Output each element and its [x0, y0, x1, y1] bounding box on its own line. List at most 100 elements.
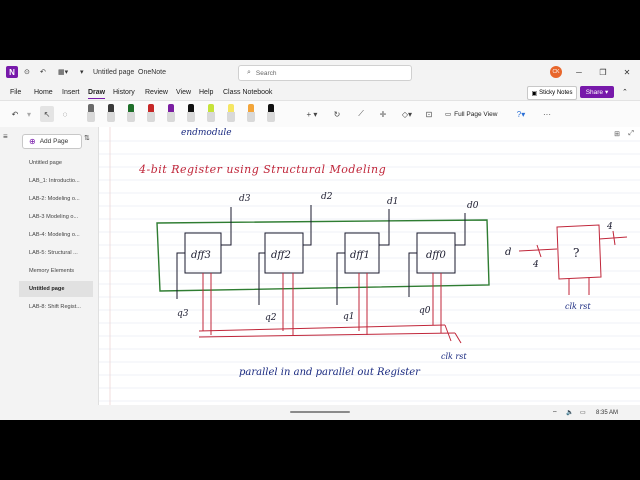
undo-icon[interactable]: ↶	[8, 106, 22, 122]
status-bar: ⌔ 🔈 ▭ 8:35 AM	[0, 405, 640, 420]
pen-4-icon[interactable]	[146, 104, 156, 124]
menu-draw[interactable]: Draw	[88, 86, 106, 99]
menu-history[interactable]: History	[113, 86, 135, 98]
share-button[interactable]: Share ▾	[580, 86, 614, 98]
menu-help[interactable]: Help	[199, 86, 213, 98]
ink-drawing: endmodule 4-bit Register using Structura…	[99, 127, 640, 405]
pen-body	[267, 112, 275, 122]
wifi-icon[interactable]: ⌔	[552, 405, 558, 420]
pen-body	[247, 112, 255, 122]
menu-bar: File Home Insert Draw History Review Vie…	[0, 84, 640, 100]
back-icon[interactable]: ⊙	[24, 60, 30, 84]
onenote-logo-icon: N	[6, 66, 18, 78]
pen-tip	[228, 104, 234, 112]
add-pen-icon[interactable]: + ▾	[302, 106, 322, 122]
search-icon: ⌕	[247, 69, 251, 76]
pen-3-icon[interactable]	[126, 104, 136, 124]
minimize-button[interactable]: ─	[568, 60, 590, 84]
volume-icon[interactable]: 🔈	[566, 405, 573, 420]
pen-8-icon[interactable]	[226, 104, 236, 124]
page-item[interactable]: LAB-8: Shift Regist...	[19, 299, 93, 315]
menu-view[interactable]: View	[176, 86, 191, 98]
svg-text:dff0: dff0	[426, 250, 446, 261]
battery-icon[interactable]: ▭	[580, 405, 586, 420]
page-item[interactable]: Memory Elements	[19, 263, 93, 279]
sticky-notes-button[interactable]: ▣ Sticky Notes	[527, 86, 577, 100]
output-q2: q2	[265, 313, 277, 323]
search-placeholder: Search	[255, 69, 277, 77]
ink-to-shape-icon[interactable]: ↻	[330, 106, 344, 122]
clk-rst-label: clk rst	[441, 352, 467, 361]
horizontal-scrollbar[interactable]	[290, 411, 350, 413]
menu-insert[interactable]: Insert	[62, 86, 80, 98]
page-item[interactable]: Untitled page	[19, 281, 93, 297]
menu-review[interactable]: Review	[145, 86, 168, 98]
quick-access-dropdown-icon[interactable]: ▾	[80, 60, 84, 84]
sticky-notes-label: Sticky Notes	[539, 90, 573, 96]
output-q3: q3	[177, 309, 189, 319]
pen-tip	[248, 104, 254, 112]
chevron-down-icon: ▾	[605, 89, 609, 96]
lasso-select-icon[interactable]: ◌	[58, 106, 72, 122]
pen-1-icon[interactable]	[86, 104, 96, 124]
ink-to-text-icon[interactable]: ⊡	[422, 106, 436, 122]
expand-icon[interactable]: ⊞	[614, 130, 620, 138]
pen-body	[187, 112, 195, 122]
pages-pane: ⊕ Add Page ⇅ Untitled page LAB_1: Introdu…	[14, 127, 99, 405]
navigation-strip: ≡	[0, 127, 14, 405]
pen-5-icon[interactable]	[166, 104, 176, 124]
pen-body	[87, 112, 95, 122]
pen-tip	[108, 104, 114, 112]
menu-class-notebook[interactable]: Class Notebook	[223, 86, 272, 98]
page-item[interactable]: LAB-5: Structural ...	[19, 245, 93, 261]
ribbon-collapse-icon[interactable]: ⌃	[622, 86, 628, 98]
code-fragment: endmodule	[181, 128, 232, 138]
undo-dropdown-icon[interactable]: ▾	[24, 106, 34, 122]
title-separator: ·	[132, 68, 135, 76]
page-item[interactable]: LAB-4: Modeling o...	[19, 227, 93, 243]
svg-text:clk rst: clk rst	[565, 302, 591, 311]
input-d0: d0	[467, 201, 479, 211]
insert-space-icon[interactable]: ✛	[376, 106, 390, 122]
search-input[interactable]: ⌕ Search	[238, 65, 412, 81]
fullscreen-icon[interactable]: ⤢	[628, 130, 634, 138]
sort-icon[interactable]: ⇅	[84, 134, 90, 142]
note-canvas[interactable]: ⊞ ⤢ endmodule 4-bit Register using Struc…	[99, 127, 640, 405]
ruler-icon[interactable]: ⟋	[354, 106, 368, 122]
menu-file[interactable]: File	[10, 86, 21, 98]
pen-10-icon[interactable]	[266, 104, 276, 124]
pen-body	[167, 112, 175, 122]
close-button[interactable]: ✕	[616, 60, 638, 84]
flipflop-dff2: dff2	[264, 232, 304, 274]
output-q0: q0	[419, 306, 431, 316]
hamburger-menu-icon[interactable]: ≡	[3, 132, 8, 141]
pen-2-icon[interactable]	[106, 104, 116, 124]
svg-text:d: d	[505, 247, 511, 258]
svg-text:4: 4	[532, 260, 539, 270]
pen-tip	[88, 104, 94, 112]
pen-tip	[128, 104, 134, 112]
page-item[interactable]: LAB-2: Modeling o...	[19, 191, 93, 207]
onenote-window: N ⊙ ↶ ▦▾ ▾ Untitled page · OneNote ⌕ Sea…	[0, 60, 640, 420]
sticky-notes-icon: ▣	[531, 90, 538, 97]
undo-icon[interactable]: ↶	[40, 60, 46, 84]
more-options-icon[interactable]: ···	[540, 106, 554, 122]
pen-tip	[168, 104, 174, 112]
menu-home[interactable]: Home	[34, 86, 53, 98]
pen-6-icon[interactable]	[186, 104, 196, 124]
full-page-view-icon: ▭	[445, 111, 452, 118]
input-d2: d2	[321, 192, 333, 202]
page-item[interactable]: LAB_1: Introductio...	[19, 173, 93, 189]
add-page-button[interactable]: ⊕ Add Page	[22, 134, 82, 149]
help-icon[interactable]: ?▾	[510, 106, 532, 122]
pen-7-icon[interactable]	[206, 104, 216, 124]
maximize-button[interactable]: ❐	[592, 60, 614, 84]
page-item[interactable]: LAB-3 Modeling o...	[19, 209, 93, 225]
full-page-view-button[interactable]: ▭ Full Page View	[445, 106, 497, 122]
shapes-icon[interactable]: ◇▾	[397, 106, 417, 122]
page-item[interactable]: Untitled page	[19, 155, 93, 171]
pen-9-icon[interactable]	[246, 104, 256, 124]
avatar[interactable]: CK	[550, 66, 562, 78]
select-tool-icon[interactable]: ↖	[40, 106, 54, 122]
view-options-icon[interactable]: ▦▾	[58, 60, 68, 84]
